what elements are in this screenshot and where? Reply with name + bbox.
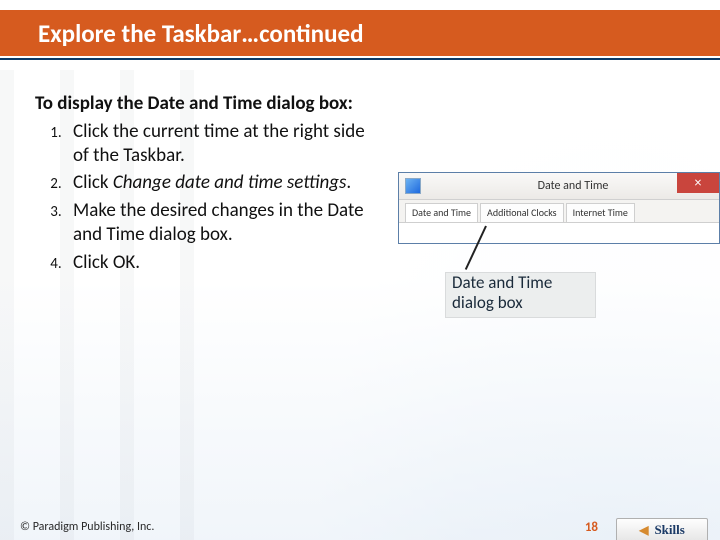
- slide-title: Explore the Taskbar…continued: [0, 18, 364, 49]
- page-number: 18: [585, 520, 598, 535]
- skills-button[interactable]: ◀ Skills: [616, 518, 708, 540]
- intro-text: To display the Date and Time dialog box:: [35, 92, 370, 116]
- back-arrow-icon: ◀: [639, 523, 648, 538]
- dialog-body-strip: [399, 223, 719, 243]
- dialog-titlebar: Date and Time ×: [399, 173, 719, 200]
- step-4: Click OK.: [65, 251, 370, 275]
- steps-list: Click the current time at the right side…: [35, 120, 370, 275]
- dialog-tabs: Date and Time Additional Clocks Internet…: [399, 200, 719, 223]
- dialog-title: Date and Time: [427, 179, 719, 193]
- step-3: Make the desired changes in the Date and…: [65, 199, 370, 247]
- footer: © Paradigm Publishing, Inc. 18 ◀ Skills: [20, 512, 708, 540]
- tab-internet-time: Internet Time: [566, 203, 635, 222]
- close-icon: ×: [677, 173, 719, 193]
- instruction-text: To display the Date and Time dialog box:…: [35, 92, 370, 500]
- copyright-text: © Paradigm Publishing, Inc.: [20, 520, 154, 534]
- dialog-icon: [405, 178, 421, 194]
- tab-date-and-time: Date and Time: [405, 203, 478, 222]
- title-underline: [0, 58, 720, 60]
- step-1: Click the current time at the right side…: [65, 120, 370, 168]
- callout-label: Date and Time dialog box: [445, 272, 596, 318]
- figure-column: Date and Time × Date and Time Additional…: [370, 92, 700, 500]
- tab-additional-clocks: Additional Clocks: [480, 203, 564, 222]
- date-time-dialog-screenshot: Date and Time × Date and Time Additional…: [398, 172, 720, 244]
- skills-label: Skills: [654, 522, 684, 538]
- title-bar: Explore the Taskbar…continued: [0, 10, 720, 60]
- step-2: Click Change date and time settings.: [65, 171, 370, 195]
